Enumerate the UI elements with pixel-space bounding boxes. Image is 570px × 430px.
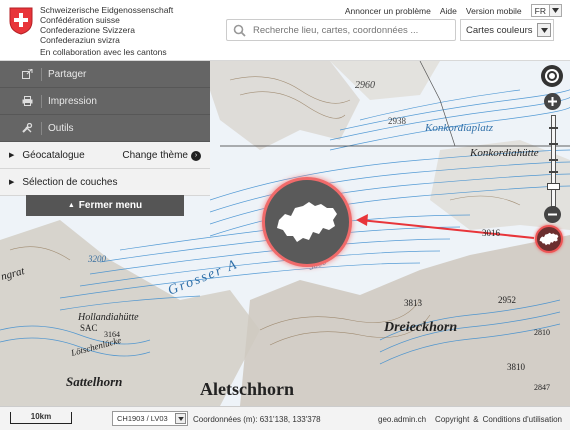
menu-item-layer-selection[interactable]: ▶ Sélection de couches [0, 169, 210, 196]
map-label-3200: 3200 [87, 254, 107, 264]
caret-right-icon: ▶ [9, 179, 15, 186]
menu-item-geocatalog[interactable]: ▶ Géocatalogue Change thème › [0, 142, 210, 169]
target-icon [547, 71, 557, 81]
menu-item-share[interactable]: Partager [0, 61, 210, 88]
zoom-in-button[interactable] [544, 93, 561, 110]
map-label-konkordiaplatz: Konkordiaplatz [424, 122, 494, 134]
menu-item-label: Impression [48, 95, 97, 107]
map-label-3016: 3016 [482, 228, 501, 238]
copyright-link[interactable]: Copyright [435, 415, 469, 424]
confederation-names: Schweizerische Eidgenossenschaft Confédé… [40, 5, 173, 45]
mouse-coordinates: Coordonnées (m): 631'138, 133'378 [193, 415, 321, 424]
swiss-locator-highlight[interactable] [262, 177, 352, 267]
report-problem-link[interactable]: Annoncer un problème [345, 6, 431, 16]
terms-link[interactable]: Conditions d'utilisation [483, 415, 562, 424]
search-icon [233, 24, 246, 37]
swiss-locator-button[interactable] [535, 225, 563, 253]
side-menu: Partager Impression Outils ▶ Géocatalogu… [0, 61, 210, 216]
ampersand: & [473, 415, 479, 424]
change-theme-label: Change thème [122, 150, 188, 161]
scale-label: 10km [30, 412, 52, 421]
caret-right-icon: ▶ [9, 152, 15, 159]
swiss-shield-icon [9, 7, 33, 35]
lang-line-it: Confederazione Svizzera [40, 25, 135, 35]
map-label-2960: 2960 [355, 80, 375, 91]
menu-separator [41, 121, 42, 135]
map-label-sac: SAC [80, 323, 98, 333]
map-label-2938: 2938 [388, 116, 407, 126]
chevron-down-icon [549, 5, 561, 16]
map-label-hollandiahutte: Hollandiahütte [77, 312, 139, 323]
close-menu-button[interactable]: ▲ Fermer menu [26, 195, 184, 216]
projection-value: CH1903 / LV03 [117, 414, 168, 423]
menu-separator [41, 94, 42, 108]
search-box[interactable] [226, 19, 456, 41]
footer: 10km CH1903 / LV03 Coordonnées (m): 631'… [0, 406, 570, 430]
header: Schweizerische Eidgenossenschaft Confédé… [0, 0, 570, 61]
switzerland-outline-icon [277, 202, 337, 242]
tools-icon [21, 123, 33, 133]
geolocation-button[interactable] [541, 65, 563, 87]
language-select[interactable]: FR [530, 4, 562, 17]
plus-icon [548, 97, 557, 106]
basemap-select[interactable]: Cartes couleurs [460, 19, 554, 41]
footer-links: geo.admin.ch Copyright & Conditions d'ut… [378, 415, 562, 424]
map-label-konkordiahutte: Konkordiahütte [469, 147, 539, 159]
zoom-slider-handle[interactable] [547, 183, 560, 190]
help-link[interactable]: Aide [440, 6, 457, 16]
basemap-value: Cartes couleurs [466, 25, 533, 36]
menu-item-print[interactable]: Impression [0, 88, 210, 115]
mobile-version-link[interactable]: Version mobile [466, 6, 522, 16]
map-label-2847: 2847 [534, 383, 550, 392]
zoom-tick [549, 127, 558, 129]
map-label-3813: 3813 [404, 298, 423, 308]
layer-selection-label: Sélection de couches [22, 176, 118, 188]
geocatalog-label: Géocatalogue [22, 149, 85, 161]
zoom-tick [549, 143, 558, 145]
zoom-out-button[interactable] [544, 206, 561, 223]
scale-bar: 10km [10, 412, 72, 424]
chevron-down-icon [175, 413, 186, 424]
map-label-2952: 2952 [498, 295, 516, 305]
lang-line-rm: Confederaziun svizra [40, 35, 120, 45]
caret-up-icon: ▲ [67, 202, 75, 209]
zoom-tick [549, 171, 558, 173]
map-label-sattelhorn: Sattelhorn [66, 374, 122, 389]
switzerland-outline-icon [539, 232, 559, 246]
zoom-tick [549, 159, 558, 161]
collaboration-text: En collaboration avec les cantons [40, 47, 167, 57]
map-label-dreieckhorn: Dreieckhorn [383, 320, 457, 335]
change-theme-button[interactable]: Change thème › [122, 150, 201, 161]
chevron-down-icon [537, 23, 551, 37]
menu-item-label: Partager [48, 68, 87, 80]
map-label-2810: 2810 [534, 328, 550, 337]
share-icon [21, 69, 33, 79]
search-input[interactable] [253, 22, 453, 38]
legal-links: Copyright & Conditions d'utilisation [435, 415, 562, 424]
print-icon [21, 96, 33, 106]
map-label-3810: 3810 [507, 362, 526, 372]
confederation-logo[interactable]: Schweizerische Eidgenossenschaft Confédé… [9, 5, 219, 57]
lang-line-fr: Confédération suisse [40, 15, 120, 25]
menu-separator [41, 67, 42, 81]
menu-item-label: Outils [48, 122, 74, 134]
projection-select[interactable]: CH1903 / LV03 [112, 411, 188, 426]
menu-item-tools[interactable]: Outils [0, 115, 210, 142]
close-menu-label: Fermer menu [78, 200, 143, 211]
lang-line-de: Schweizerische Eidgenossenschaft [40, 5, 174, 15]
minus-icon [548, 213, 557, 216]
chevron-right-icon: › [191, 150, 201, 161]
top-links: Annoncer un problème Aide Version mobile… [345, 4, 562, 17]
site-link[interactable]: geo.admin.ch [378, 415, 426, 424]
map-label-aletschhorn: Aletschhorn [200, 379, 294, 399]
language-value: FR [534, 5, 546, 16]
